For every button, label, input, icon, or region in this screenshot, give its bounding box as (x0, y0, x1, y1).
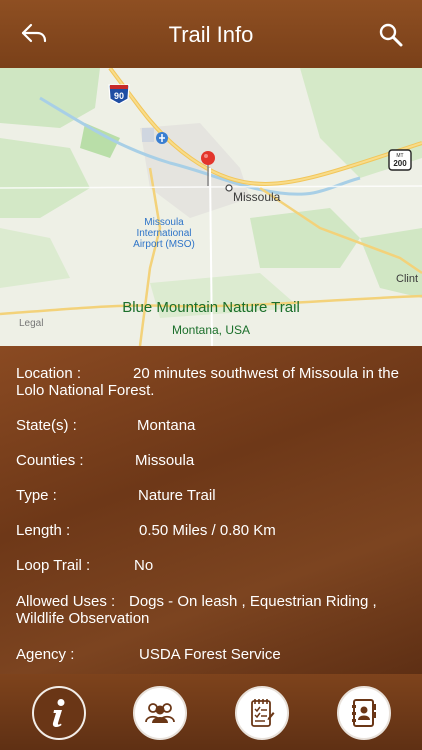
tab-notes[interactable] (235, 686, 289, 740)
bottom-tab-bar (0, 674, 422, 750)
search-icon[interactable] (378, 22, 404, 48)
svg-text:90: 90 (114, 91, 124, 101)
location-value-cont: Lolo National Forest. (16, 382, 155, 399)
page-title: Trail Info (168, 22, 254, 47)
airport-label: Missoula International Airport (MSO) (133, 217, 195, 250)
agency-label: Agency : (16, 646, 75, 663)
states-label: State(s) : (16, 417, 77, 434)
uses-value: Dogs - On leash , Equestrian Riding , (129, 593, 377, 610)
uses-label: Allowed Uses : (16, 593, 116, 610)
uses-value-cont: Wildlife Observation (16, 610, 150, 627)
type-value: Nature Trail (138, 487, 216, 504)
loop-value: No (134, 557, 154, 574)
tab-info[interactable] (32, 686, 86, 740)
length-value: 0.50 Miles / 0.80 Km (139, 522, 276, 539)
top-bar: Trail Info (0, 0, 422, 68)
trail-location: Montana, USA (171, 323, 251, 337)
trail-map[interactable]: 90 MT 200 Missoula International Airport… (0, 68, 422, 346)
states-value: Montana (137, 417, 196, 434)
people-icon (145, 703, 175, 723)
location-value: 20 minutes southwest of Missoula in the (133, 365, 399, 382)
edge-city-label: Clint (396, 273, 419, 285)
trail-details: Location : 20 minutes southwest of Misso… (0, 346, 422, 674)
tab-contacts[interactable] (337, 686, 391, 740)
counties-label: Counties : (16, 452, 84, 469)
tab-community[interactable] (133, 686, 187, 740)
airport-icon (156, 132, 168, 144)
city-dot (225, 184, 233, 192)
counties-value: Missoula (135, 452, 195, 469)
checklist-icon (251, 699, 275, 727)
info-icon (52, 699, 65, 728)
agency-value: USDA Forest Service (139, 646, 281, 663)
length-label: Length : (16, 522, 71, 539)
loop-label: Loop Trail : (16, 557, 91, 574)
city-label: Missoula (233, 190, 281, 204)
state-route-200-shield: MT 200 (388, 149, 412, 171)
type-label: Type : (16, 487, 57, 504)
location-label: Location : (16, 365, 82, 382)
trail-name: Blue Mountain Nature Trail (122, 299, 300, 316)
svg-text:200: 200 (393, 159, 407, 168)
contacts-book-icon (352, 699, 376, 727)
